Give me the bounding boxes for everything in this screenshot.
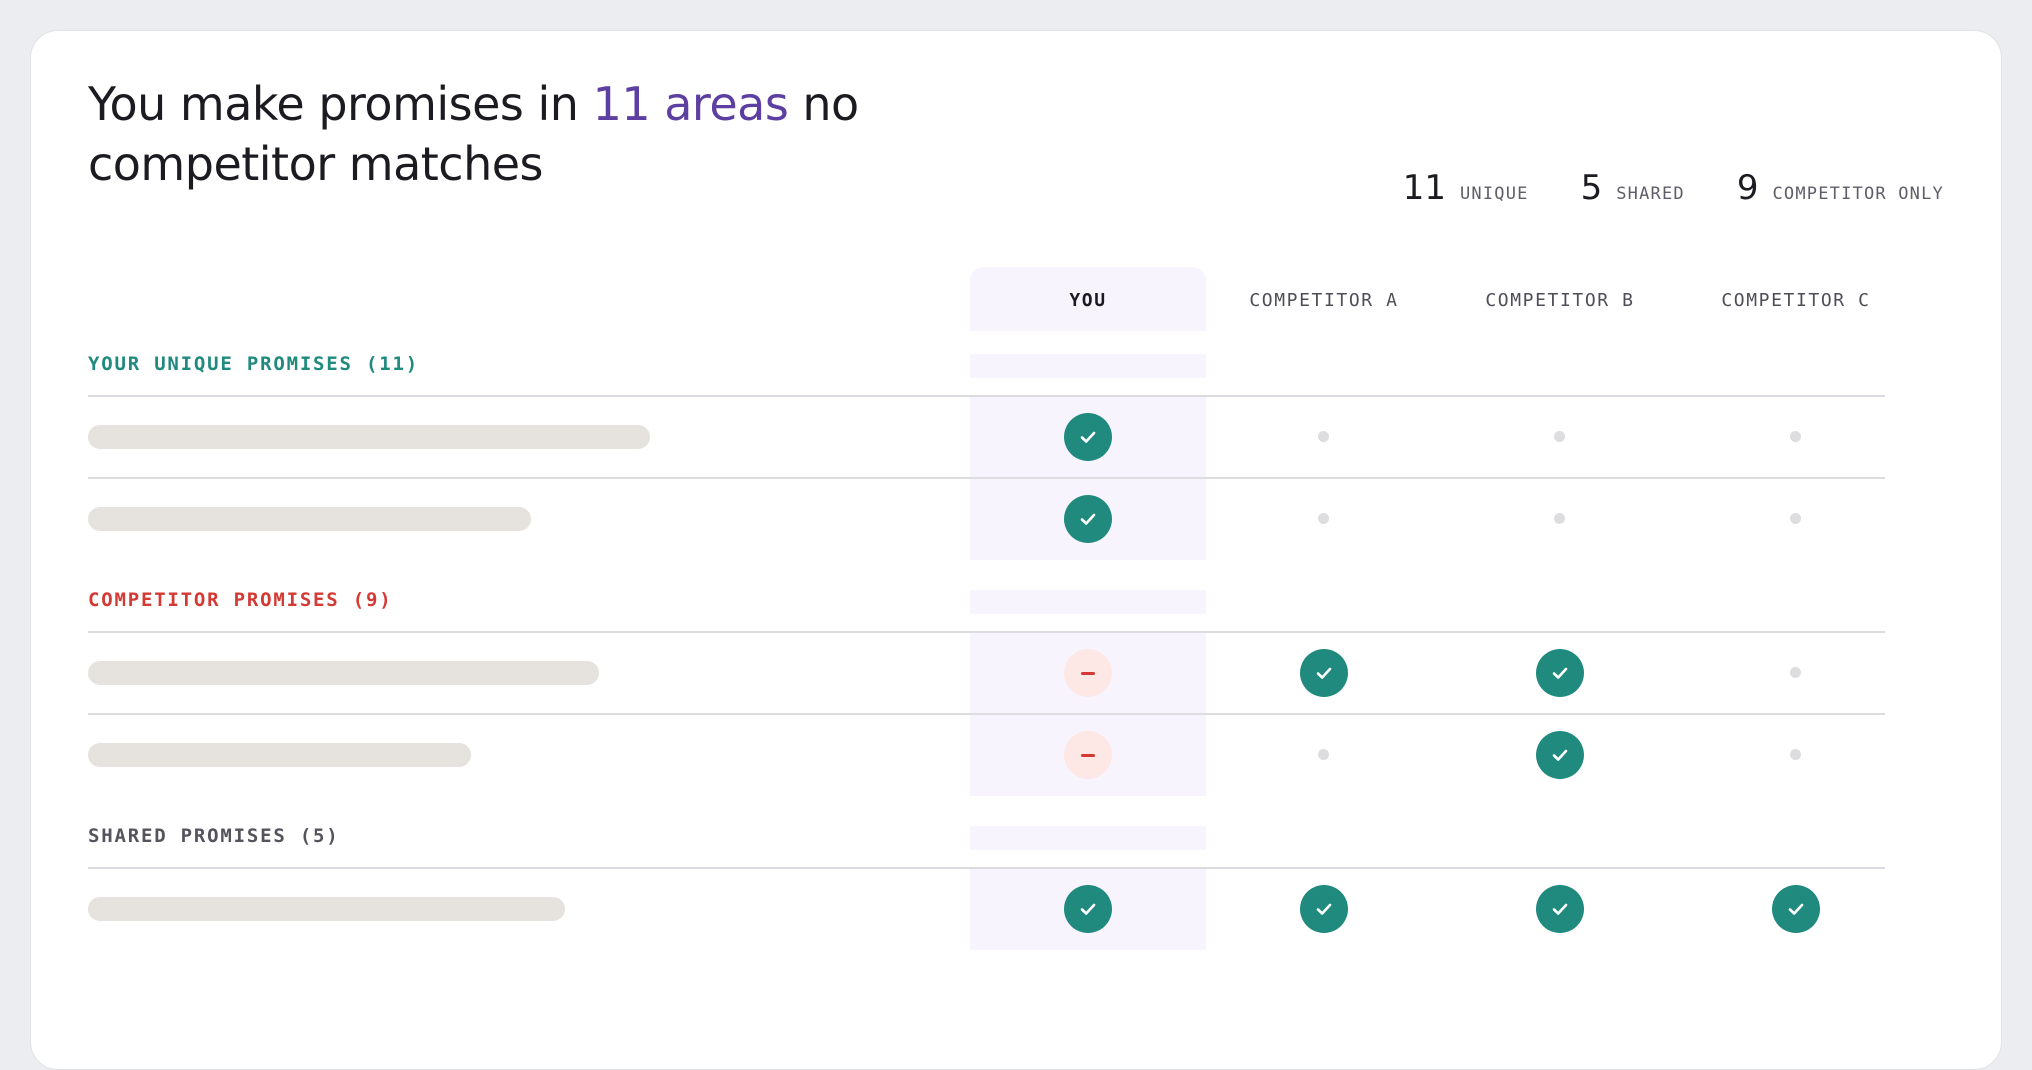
promise-placeholder-bar [88, 507, 531, 531]
stat-label: SHARED [1616, 184, 1685, 204]
section-label: COMPETITOR PROMISES (9) [88, 589, 393, 611]
promise-placeholder-bar [88, 743, 471, 767]
check-icon [1064, 495, 1112, 543]
check-icon [1536, 649, 1584, 697]
empty-dot-icon [1790, 667, 1801, 678]
minus-icon [1064, 649, 1112, 697]
column-header-competitor-c: COMPETITOR C [1721, 289, 1871, 311]
promise-placeholder-bar [88, 661, 599, 685]
empty-dot-icon [1790, 749, 1801, 760]
page-title: You make promises in 11 areas no competi… [88, 74, 948, 194]
stat-competitor-only: 9 COMPETITOR ONLY [1737, 168, 1944, 208]
section-divider [88, 867, 1885, 869]
minus-icon [1064, 731, 1112, 779]
title-prefix: You make promises in [88, 77, 579, 131]
check-icon [1300, 885, 1348, 933]
stat-shared: 5 SHARED [1581, 168, 1685, 208]
promise-placeholder-bar [88, 897, 565, 921]
section-divider [88, 395, 1885, 397]
promise-placeholder-bar [88, 425, 650, 449]
stat-label: COMPETITOR ONLY [1772, 184, 1944, 204]
empty-dot-icon [1790, 513, 1801, 524]
section-label: YOUR UNIQUE PROMISES (11) [88, 353, 419, 375]
empty-dot-icon [1318, 513, 1329, 524]
column-header-competitor-b: COMPETITOR B [1485, 289, 1635, 311]
you-column-label-bg [970, 590, 1206, 614]
check-icon [1772, 885, 1820, 933]
empty-dot-icon [1554, 431, 1565, 442]
row-divider [88, 713, 1885, 715]
check-icon [1536, 885, 1584, 933]
check-icon [1064, 413, 1112, 461]
check-icon [1064, 885, 1112, 933]
stat-unique: 11 UNIQUE [1403, 168, 1529, 208]
stat-label: UNIQUE [1459, 184, 1529, 204]
summary-stats: 11 UNIQUE 5 SHARED 9 COMPETITOR ONLY [1351, 168, 1944, 208]
check-icon [1300, 649, 1348, 697]
empty-dot-icon [1554, 513, 1565, 524]
empty-dot-icon [1318, 749, 1329, 760]
you-column-label-bg [970, 354, 1206, 378]
empty-dot-icon [1790, 431, 1801, 442]
check-icon [1536, 731, 1584, 779]
stat-value: 9 [1736, 168, 1759, 208]
empty-dot-icon [1318, 431, 1329, 442]
title-accent: 11 areas [592, 77, 789, 131]
row-divider [88, 477, 1885, 479]
section-label: SHARED PROMISES (5) [88, 825, 340, 847]
section-divider [88, 631, 1885, 633]
stat-value: 5 [1580, 168, 1603, 208]
stat-value: 11 [1402, 168, 1446, 208]
column-header-you: YOU [1069, 289, 1107, 311]
column-header-competitor-a: COMPETITOR A [1249, 289, 1399, 311]
you-column-label-bg [970, 826, 1206, 850]
